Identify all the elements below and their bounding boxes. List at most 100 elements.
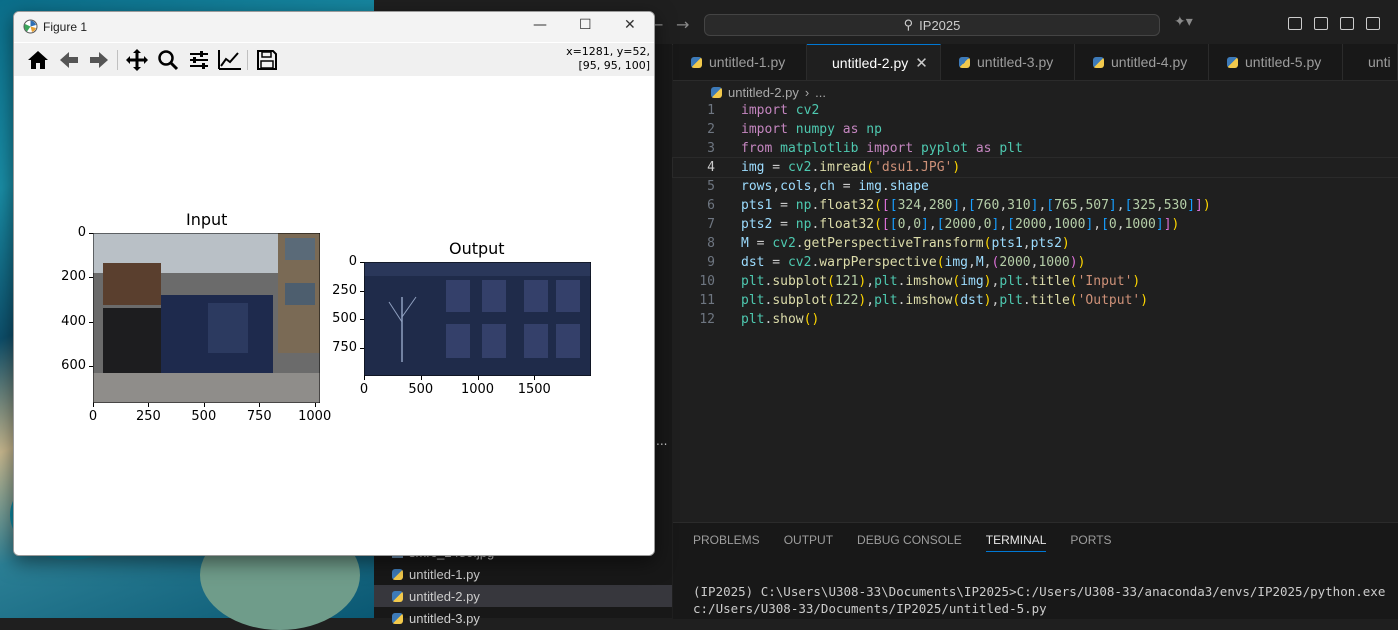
code-line-current[interactable]: 4 img = cv2.imread('dsu1.JPG') bbox=[672, 157, 1398, 178]
code-line[interactable]: 10 plt.subplot(121),plt.imshow(img),plt.t… bbox=[673, 272, 1398, 291]
output-x-tick-label: 1000 bbox=[460, 382, 495, 397]
breadcrumb[interactable]: untitled-2.py › ... bbox=[711, 82, 826, 102]
toolbar-separator bbox=[247, 50, 248, 70]
input-y-tick-mark bbox=[89, 277, 93, 279]
output-y-tick-label: 500 bbox=[332, 311, 357, 326]
breadcrumb-more[interactable]: ... bbox=[815, 85, 826, 100]
line-number: 11 bbox=[699, 293, 715, 308]
output-image-axes[interactable] bbox=[364, 262, 591, 376]
pan-icon[interactable] bbox=[125, 48, 149, 72]
tab-label: untitled-5.py bbox=[1245, 54, 1322, 70]
search-text: IP2025 bbox=[919, 17, 961, 33]
toolbar-separator bbox=[117, 50, 118, 70]
close-icon[interactable]: ✕ bbox=[624, 17, 636, 33]
tab-output[interactable]: OUTPUT bbox=[784, 533, 833, 552]
output-y-tick-mark bbox=[360, 319, 364, 320]
code-line[interactable]: 9 dst = cv2.warpPerspective(img,M,(2000,1… bbox=[673, 253, 1398, 272]
customize-layout-icon[interactable] bbox=[1366, 17, 1380, 30]
output-x-tick-label: 0 bbox=[359, 382, 369, 397]
tab-untitled-2[interactable]: untitled-2.py ✕ bbox=[807, 44, 941, 80]
code-line[interactable]: 6 pts1 = np.float32([[324,280],[760,310],… bbox=[673, 196, 1398, 215]
tab-untitled-1[interactable]: untitled-1.py bbox=[673, 44, 807, 80]
search-icon: ⚲ bbox=[903, 17, 914, 32]
bottom-panel: PROBLEMS OUTPUT DEBUG CONSOLE TERMINAL P… bbox=[673, 522, 1398, 619]
explorer-item-label: untitled-1.py bbox=[409, 566, 480, 582]
tab-problems[interactable]: PROBLEMS bbox=[693, 533, 760, 552]
input-x-tick-mark bbox=[93, 403, 94, 407]
figure-titlebar[interactable]: Figure 1 — ☐ ✕ bbox=[14, 12, 654, 42]
code-line[interactable]: 7 pts2 = np.float32([[0,0],[2000,0],[2000… bbox=[673, 215, 1398, 234]
zoom-icon[interactable] bbox=[156, 48, 180, 72]
tab-label: untitled-1.py bbox=[709, 54, 786, 70]
line-number: 7 bbox=[707, 217, 715, 232]
code-text: M = cv2.getPerspectiveTransform(pts1,pts… bbox=[741, 236, 1070, 251]
explorer-item-untitled-1[interactable]: untitled-1.py bbox=[374, 563, 672, 585]
output-x-tick-mark bbox=[534, 376, 536, 380]
toggle-secondary-sidebar-icon[interactable] bbox=[1340, 17, 1354, 30]
output-y-tick-mark bbox=[360, 290, 364, 292]
code-text: plt.show() bbox=[741, 312, 820, 327]
toggle-sidebar-icon[interactable] bbox=[1288, 17, 1302, 30]
explorer-item-untitled-3[interactable]: untitled-3.py bbox=[374, 607, 672, 629]
python-file-icon bbox=[392, 568, 403, 580]
code-line[interactable]: 1 import cv2 bbox=[673, 101, 1398, 120]
input-y-tick-mark bbox=[89, 233, 93, 234]
line-number: 8 bbox=[707, 236, 715, 251]
code-text: pts1 = np.float32([[324,280],[760,310],[… bbox=[741, 198, 1211, 213]
python-file-icon bbox=[1227, 56, 1238, 68]
minimize-icon[interactable]: — bbox=[533, 17, 547, 33]
tab-untitled-6[interactable]: unti bbox=[1343, 44, 1398, 80]
code-line[interactable]: 12 plt.show() bbox=[673, 310, 1398, 329]
explorer-overflow: ... bbox=[656, 434, 668, 448]
code-line[interactable]: 8 M = cv2.getPerspectiveTransform(pts1,pt… bbox=[673, 234, 1398, 253]
input-x-tick-mark bbox=[259, 403, 261, 407]
maximize-icon[interactable]: ☐ bbox=[579, 17, 592, 33]
toggle-panel-icon[interactable] bbox=[1314, 17, 1328, 30]
editor-tabs: untitled-1.py untitled-2.py ✕ untitled-3.… bbox=[673, 44, 1398, 81]
breadcrumb-file[interactable]: untitled-2.py bbox=[728, 85, 799, 100]
home-icon[interactable] bbox=[26, 48, 50, 72]
close-icon[interactable]: ✕ bbox=[915, 54, 928, 72]
code-editor[interactable]: 1 import cv2 2 import numpy as np 3 from ma… bbox=[672, 101, 1398, 329]
tab-untitled-4[interactable]: untitled-4.py bbox=[1075, 44, 1209, 80]
code-line[interactable]: 11 plt.subplot(122),plt.imshow(dst),plt.t… bbox=[673, 291, 1398, 310]
input-image-axes[interactable] bbox=[93, 233, 320, 403]
explorer-item-untitled-2[interactable]: untitled-2.py bbox=[374, 585, 672, 607]
code-line[interactable]: 3 from matplotlib import pyplot as plt bbox=[673, 139, 1398, 158]
figure-canvas[interactable]: Input Output 0 250 500 750 1000 0 200 40… bbox=[14, 76, 654, 555]
code-text: img = cv2.imread('dsu1.JPG') bbox=[741, 160, 961, 175]
tab-debug-console[interactable]: DEBUG CONSOLE bbox=[857, 533, 962, 552]
line-number: 4 bbox=[707, 160, 715, 175]
tab-terminal[interactable]: TERMINAL bbox=[985, 533, 1047, 552]
line-number: 3 bbox=[707, 141, 715, 156]
output-y-tick-label: 0 bbox=[348, 254, 357, 269]
forward-arrow-icon[interactable]: → bbox=[676, 15, 689, 34]
back-icon[interactable] bbox=[57, 48, 81, 72]
edit-axes-icon[interactable] bbox=[218, 48, 242, 72]
output-x-tick-mark bbox=[420, 376, 422, 380]
code-text: plt.subplot(121),plt.imshow(img),plt.tit… bbox=[741, 274, 1141, 289]
output-y-tick-label: 250 bbox=[332, 282, 357, 298]
code-text: dst = cv2.warpPerspective(img,M,(2000,10… bbox=[741, 255, 1086, 270]
line-number: 6 bbox=[707, 198, 715, 213]
configure-subplots-icon[interactable] bbox=[187, 48, 211, 72]
output-x-tick-mark bbox=[477, 376, 479, 380]
command-center-search[interactable]: ⚲ IP2025 bbox=[704, 14, 1160, 36]
tab-untitled-3[interactable]: untitled-3.py bbox=[941, 44, 1075, 80]
code-line[interactable]: 5 rows,cols,ch = img.shape bbox=[673, 177, 1398, 196]
coords-line-2: [95, 95, 100] bbox=[578, 59, 650, 72]
tab-untitled-5[interactable]: untitled-5.py bbox=[1209, 44, 1343, 80]
figure-toolbar: x=1281, y=52, [95, 95, 100] bbox=[14, 43, 654, 77]
input-y-tick-label: 600 bbox=[61, 357, 86, 373]
terminal-output[interactable]: (IP2025) C:\Users\U308-33\Documents\IP20… bbox=[693, 583, 1393, 617]
tab-ports[interactable]: PORTS bbox=[1070, 533, 1111, 552]
code-text: from matplotlib import pyplot as plt bbox=[741, 141, 1023, 156]
input-y-tick-label: 200 bbox=[61, 269, 86, 285]
python-file-icon bbox=[959, 56, 970, 68]
forward-icon[interactable] bbox=[87, 48, 111, 72]
save-icon[interactable] bbox=[255, 48, 279, 72]
code-line[interactable]: 2 import numpy as np bbox=[673, 120, 1398, 139]
line-number: 1 bbox=[707, 103, 715, 118]
panel-tabs: PROBLEMS OUTPUT DEBUG CONSOLE TERMINAL P… bbox=[693, 533, 1112, 552]
copilot-icon[interactable]: ✦▾ bbox=[1174, 14, 1193, 30]
